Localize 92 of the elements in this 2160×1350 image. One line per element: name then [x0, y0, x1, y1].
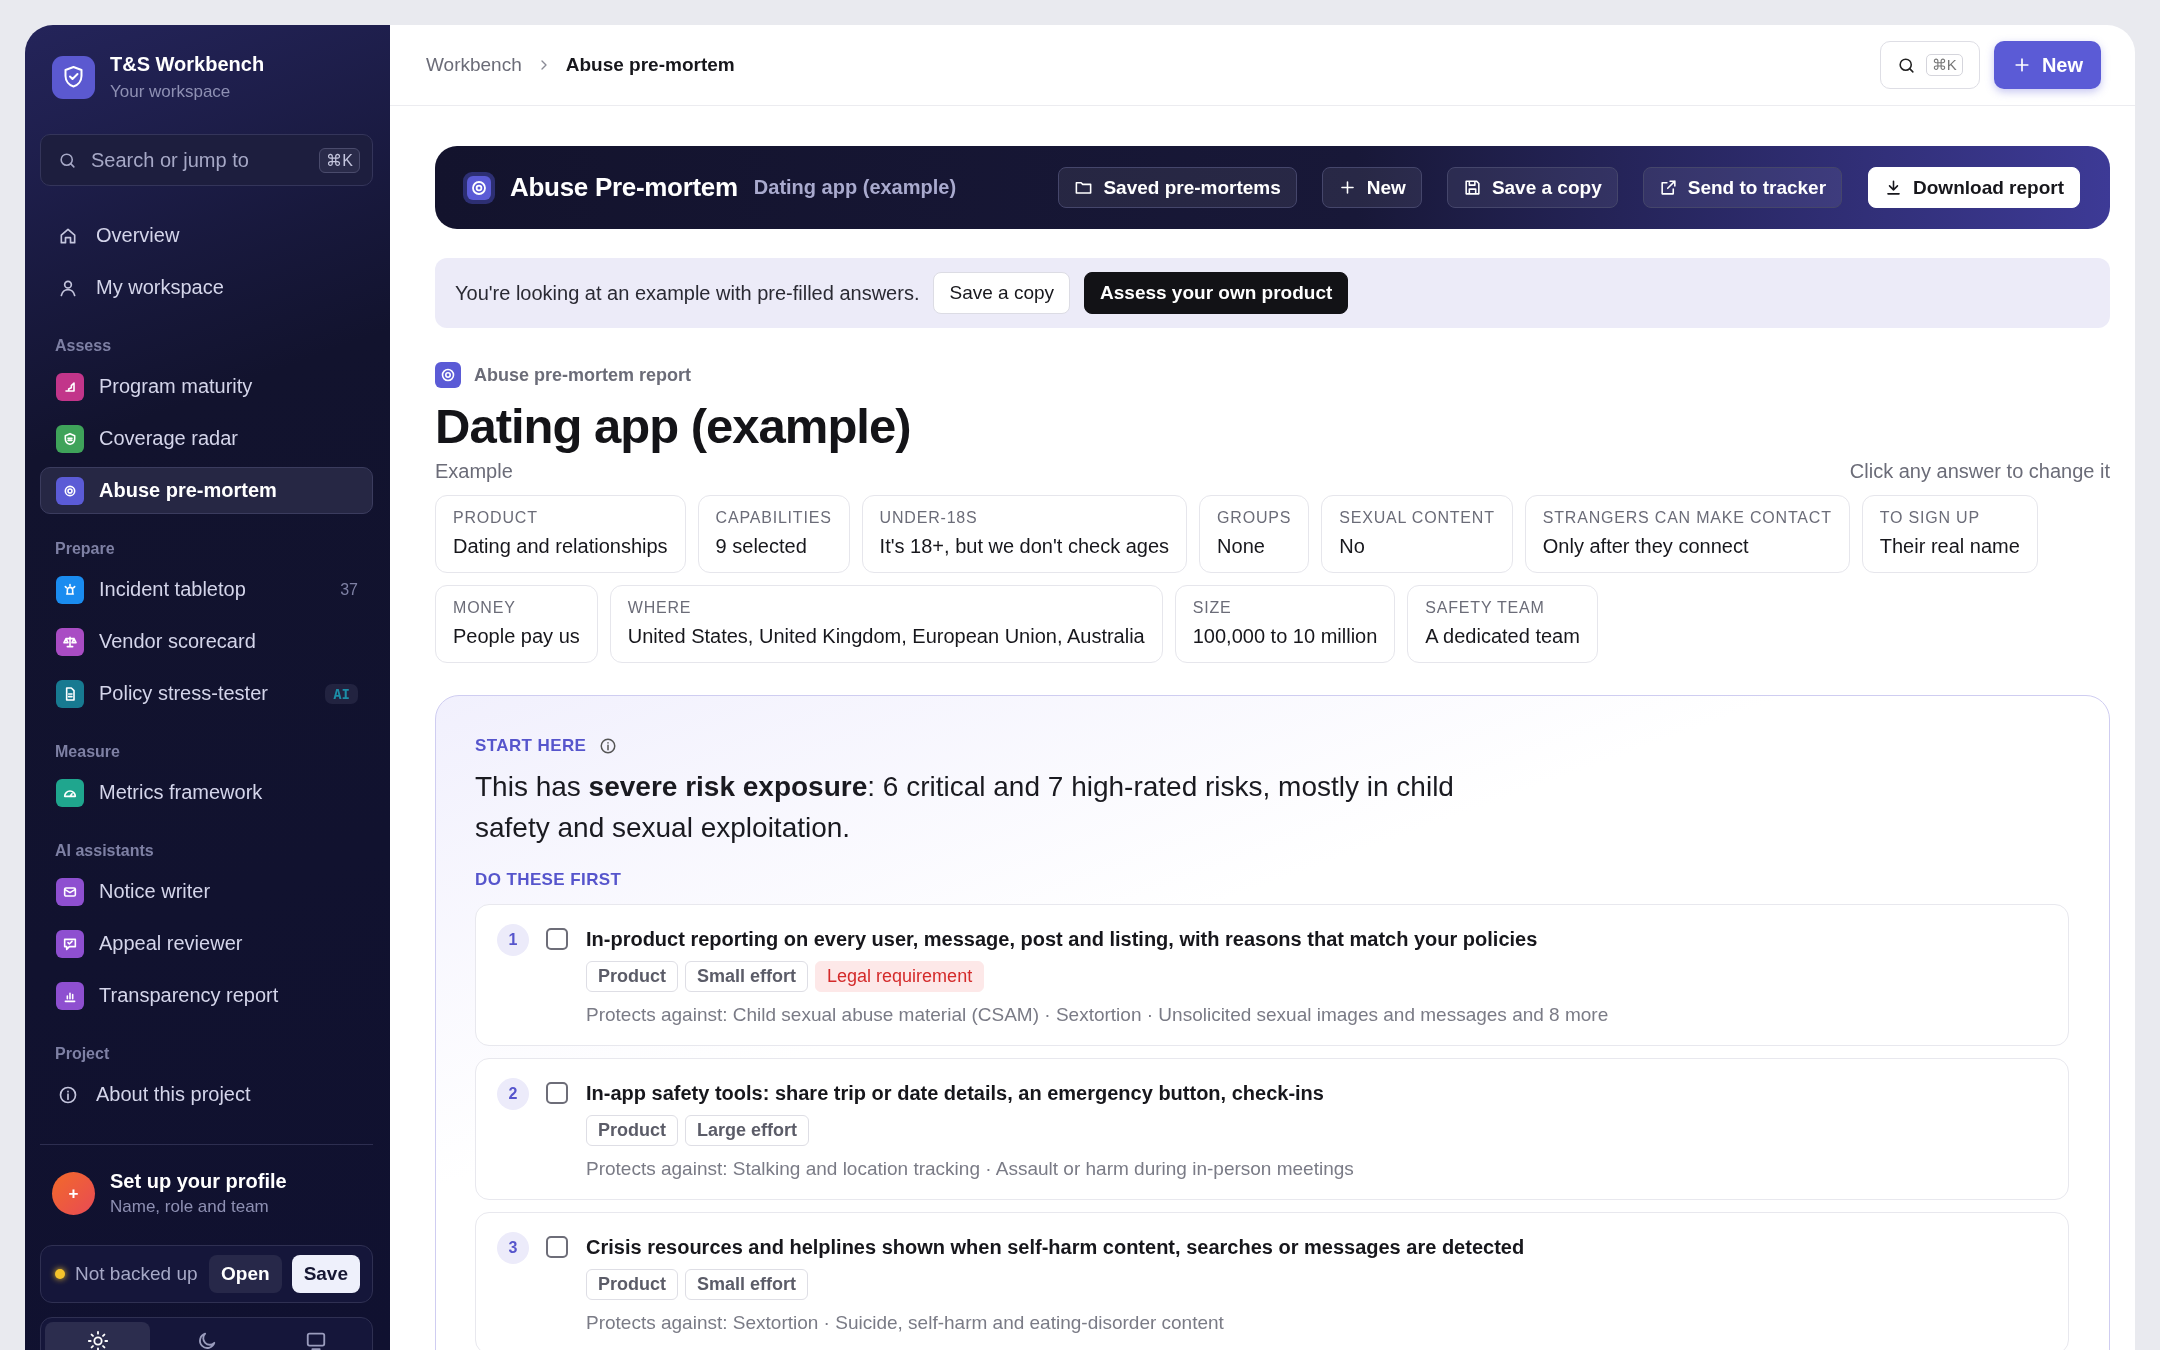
action-title: Crisis resources and helplines shown when self-harm content, searches or messages are detected [586, 1236, 1525, 1259]
sidebar-item[interactable]: Metrics framework [40, 769, 373, 816]
report-subtitle: Example [435, 460, 513, 483]
new-button[interactable]: New [1993, 41, 2101, 89]
answer-card[interactable]: STRANGERS CAN MAKE CONTACT Only after they connect [1524, 495, 1850, 573]
toolbar-button[interactable]: Download report [1868, 167, 2080, 208]
backup-status: Not backed up [75, 1263, 199, 1285]
assess-button[interactable]: Assess your own product [1084, 272, 1349, 314]
profile-title[interactable]: Set up your profile [110, 1170, 287, 1193]
answer-card[interactable]: MONEY People pay us [435, 585, 598, 663]
toolbar-button[interactable]: New [1321, 167, 1422, 208]
section-heading: Assess [54, 337, 113, 356]
save-copy-button[interactable]: Save a copy [933, 272, 1071, 314]
info-icon [58, 1084, 78, 1105]
workspace-title: T&S Workbench [110, 52, 265, 76]
sun-icon [86, 1330, 109, 1350]
sidebar-item[interactable]: Appeal reviewer [40, 920, 373, 967]
toolbar-button[interactable]: Saved pre-mortems [1058, 167, 1297, 208]
sidebar-item[interactable]: Coverage radar [40, 415, 373, 462]
breadcrumb-link[interactable]: Workbench [426, 54, 522, 76]
step-number: 2 [497, 1078, 529, 1110]
item-count: 37 [340, 580, 358, 599]
tag: Small effort [685, 961, 809, 992]
checkbox[interactable] [546, 928, 568, 950]
sidebar-item[interactable]: Policy stress-tester AI [40, 670, 373, 717]
sidebar-item[interactable]: Transparency report [40, 972, 373, 1019]
banner-subtitle: Dating app (example) [753, 176, 957, 199]
summary-text: This has severe risk exposure: 6 critical and 7 high-rated risks, mostly in child safety and sexual exploitation. [475, 770, 1455, 845]
answer-card[interactable]: SIZE 100,000 to 10 million [1174, 585, 1396, 663]
sidebar-item[interactable]: Overview [40, 212, 373, 259]
sidebar-item[interactable]: About this project [40, 1071, 373, 1118]
report-title: Dating app (example) [435, 398, 912, 454]
info-icon[interactable] [599, 737, 618, 755]
answer-card[interactable]: UNDER-18S It's 18+, but we don't check ages [861, 495, 1188, 573]
answer-card[interactable]: SEXUAL CONTENT No [1321, 495, 1513, 573]
profile-subtitle: Name, role and team [110, 1197, 270, 1217]
search-button[interactable]: ⌘K [1879, 41, 1980, 89]
shield-logo-icon [52, 55, 95, 99]
section-heading: Measure [54, 743, 121, 762]
action-title: In-product reporting on every user, message, post and listing, with reasons that match your policies [586, 928, 1539, 951]
tag: Product [586, 1115, 678, 1146]
section-heading: Prepare [54, 540, 116, 559]
action-title: In-app safety tools: share trip or date details, an emergency button, check-ins [586, 1082, 1325, 1105]
checkbox[interactable] [546, 1236, 568, 1258]
sidebar-item[interactable]: Incident tabletop 37 [40, 566, 373, 613]
answer-card[interactable]: GROUPS None [1199, 495, 1310, 573]
checkbox[interactable] [546, 1082, 568, 1104]
report-label: Abuse pre-mortem report [474, 364, 692, 386]
monitor-icon [304, 1330, 327, 1350]
shortcut-key: ⌘K [319, 147, 360, 173]
tag: Legal requirement [815, 961, 985, 992]
tag: Small effort [685, 1269, 809, 1300]
notice-text: You're looking at an example with pre-filled answers. [455, 281, 920, 305]
answer-card[interactable]: SAFETY TEAM A dedicated team [1407, 585, 1598, 663]
shortcut-key: ⌘K [1925, 54, 1963, 76]
tag: Large effort [685, 1115, 810, 1146]
sidebar-item[interactable]: My workspace [40, 264, 373, 311]
toolbar-button[interactable]: Save a copy [1446, 167, 1618, 208]
tag: Product [586, 961, 678, 992]
search-icon [58, 150, 77, 170]
protects-text: Protects against: Child sexual abuse material (CSAM) · Sextortion · Unsolicited sexual images and messages and 8 more [586, 1004, 1609, 1026]
target-icon [435, 362, 461, 388]
section-label: START HERE [475, 736, 587, 756]
section-heading: Project [54, 1045, 111, 1064]
sidebar-item[interactable]: Vendor scorecard [40, 618, 373, 665]
protects-text: Protects against: Sextortion · Suicide, self-harm and eating-disorder content [586, 1312, 1225, 1334]
breadcrumb-link[interactable]: Abuse pre-mortem [565, 54, 735, 76]
sidebar-item[interactable]: Notice writer [40, 868, 373, 915]
protects-text: Protects against: Stalking and location tracking · Assault or harm during in-person meetings [586, 1158, 1354, 1180]
workspace-subtitle: Your workspace [110, 81, 232, 102]
toolbar-button[interactable]: Send to tracker [1642, 167, 1843, 208]
open-button[interactable]: Open [209, 1255, 282, 1293]
answer-card[interactable]: PRODUCT Dating and relationships [435, 495, 686, 573]
section-heading: AI assistants [54, 842, 155, 861]
edit-hint: Click any answer to change it [1849, 460, 2110, 483]
target-icon [462, 170, 496, 205]
answer-card[interactable]: CAPABILITIES 9 selected [697, 495, 850, 573]
section-label: DO THESE FIRST [475, 870, 622, 890]
save-button[interactable]: Save [291, 1255, 360, 1293]
step-number: 1 [497, 924, 529, 956]
external-link-icon [1658, 178, 1678, 197]
status-dot [55, 1269, 65, 1279]
tag: Product [586, 1269, 678, 1300]
sidebar-item[interactable]: Abuse pre-mortem [40, 467, 373, 514]
answer-card[interactable]: WHERE United States, United Kingdom, European Union, Australia [609, 585, 1163, 663]
search-field[interactable]: Search or jump to ⌘K [40, 134, 373, 186]
search-icon [1896, 55, 1916, 75]
step-number: 3 [497, 1232, 529, 1264]
answer-card[interactable]: TO SIGN UP Their real name [1861, 495, 2038, 573]
banner-title: Abuse Pre-mortem [510, 172, 738, 203]
sidebar-item[interactable]: Program maturity [40, 363, 373, 410]
ai-badge: AI [325, 683, 358, 704]
